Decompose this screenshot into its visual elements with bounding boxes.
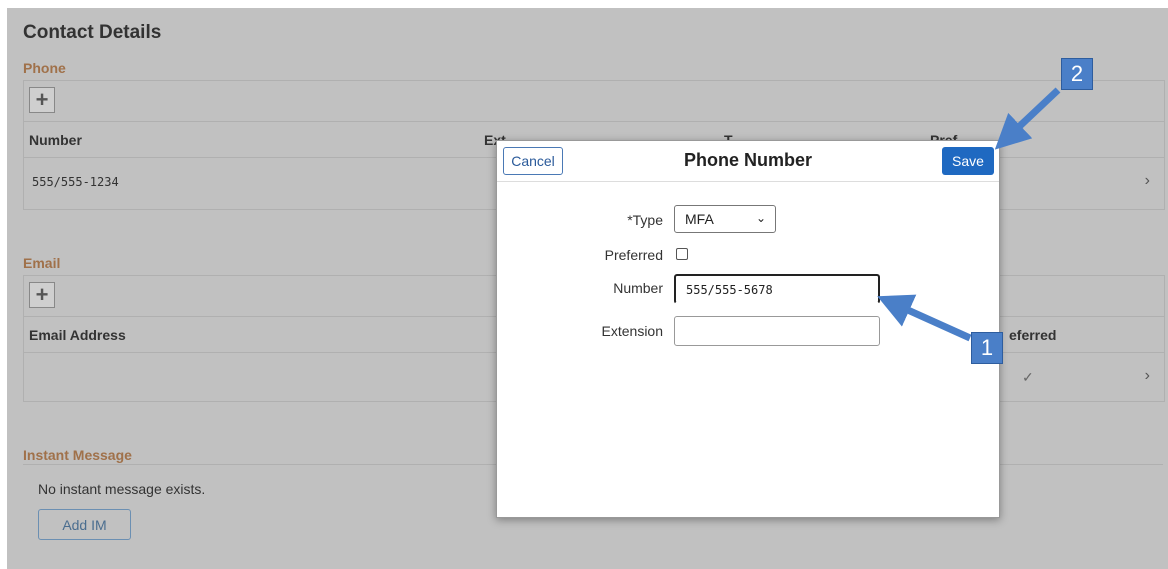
callout-2-arrow (994, 87, 1061, 150)
callout-badge-2: 2 (1061, 58, 1093, 90)
callout-1-arrow (877, 294, 972, 342)
callout-badge-1: 1 (971, 332, 1003, 364)
annotation-arrows (877, 87, 1061, 342)
